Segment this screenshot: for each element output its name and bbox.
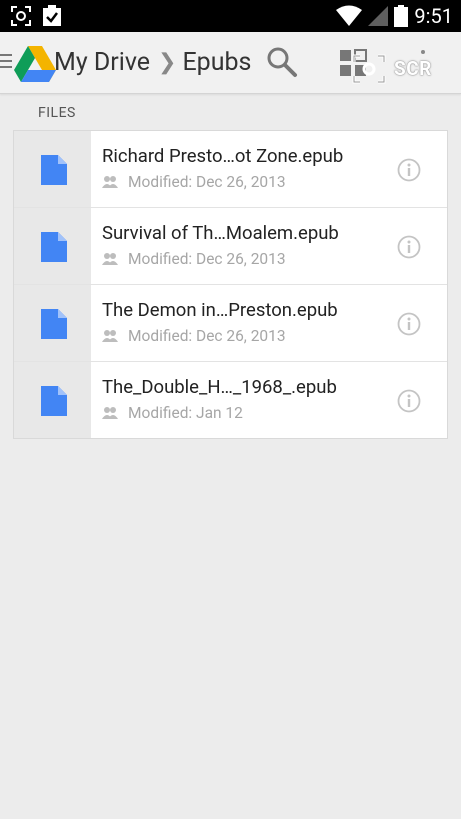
battery-icon [394,5,409,27]
file-modified-date: Modified: Jan 12 [128,404,243,422]
screen-capture-overlay-icon[interactable] [352,54,386,84]
overflow-menu-icon[interactable] [421,50,425,54]
info-icon[interactable] [397,389,421,413]
status-bar: 9:51 [0,0,461,32]
shared-users-icon [102,253,118,265]
file-thumbnail [14,362,91,438]
document-icon [41,386,67,416]
screen-capture-label: SCR [394,57,432,80]
file-meta: Modified: Dec 26, 2013 [102,250,286,268]
file-meta: Modified: Dec 26, 2013 [102,327,286,345]
shared-users-icon [102,330,118,342]
file-row[interactable]: The Demon in…Preston.epub Modified: Dec … [14,285,447,362]
file-thumbnail [14,285,91,361]
document-icon [41,309,67,339]
shared-users-icon [102,176,118,188]
shared-users-icon [102,407,118,419]
breadcrumb-separator-icon: ❯ [158,50,177,75]
file-meta: Modified: Dec 26, 2013 [102,173,286,191]
file-list: Richard Presto…ot Zone.epub Modified: De… [13,130,448,439]
file-row[interactable]: The_Double_H…_1968_.epub Modified: Jan 1… [14,362,447,438]
file-name: Richard Presto…ot Zone.epub [102,145,344,167]
action-bar: My Drive ❯ Epubs SCR [0,32,461,94]
screenshot-icon [11,6,31,26]
breadcrumb-my-drive[interactable]: My Drive [54,48,150,77]
breadcrumb-current-folder: Epubs [182,48,252,77]
menu-icon[interactable] [0,54,12,70]
document-icon [41,232,67,262]
breadcrumb: My Drive ❯ Epubs [54,48,251,77]
file-row[interactable]: Survival of Th…Moalem.epub Modified: Dec… [14,208,447,285]
info-icon[interactable] [397,312,421,336]
info-icon[interactable] [397,235,421,259]
file-name: The_Double_H…_1968_.epub [102,376,337,398]
file-modified-date: Modified: Dec 26, 2013 [128,327,286,345]
info-icon[interactable] [397,158,421,182]
file-meta: Modified: Jan 12 [102,404,243,422]
file-modified-date: Modified: Dec 26, 2013 [128,173,286,191]
clipboard-check-icon [43,5,61,26]
document-icon [41,155,67,185]
signal-icon [368,6,389,26]
drive-logo-icon[interactable] [14,44,56,82]
file-thumbnail [14,208,91,284]
section-label-files: FILES [38,105,76,121]
clock-time: 9:51 [414,4,453,28]
search-icon[interactable] [266,46,298,78]
wifi-icon [336,5,363,26]
file-row[interactable]: Richard Presto…ot Zone.epub Modified: De… [14,131,447,208]
file-name: The Demon in…Preston.epub [102,299,338,321]
file-thumbnail [14,131,91,207]
file-name: Survival of Th…Moalem.epub [102,222,339,244]
file-modified-date: Modified: Dec 26, 2013 [128,250,286,268]
